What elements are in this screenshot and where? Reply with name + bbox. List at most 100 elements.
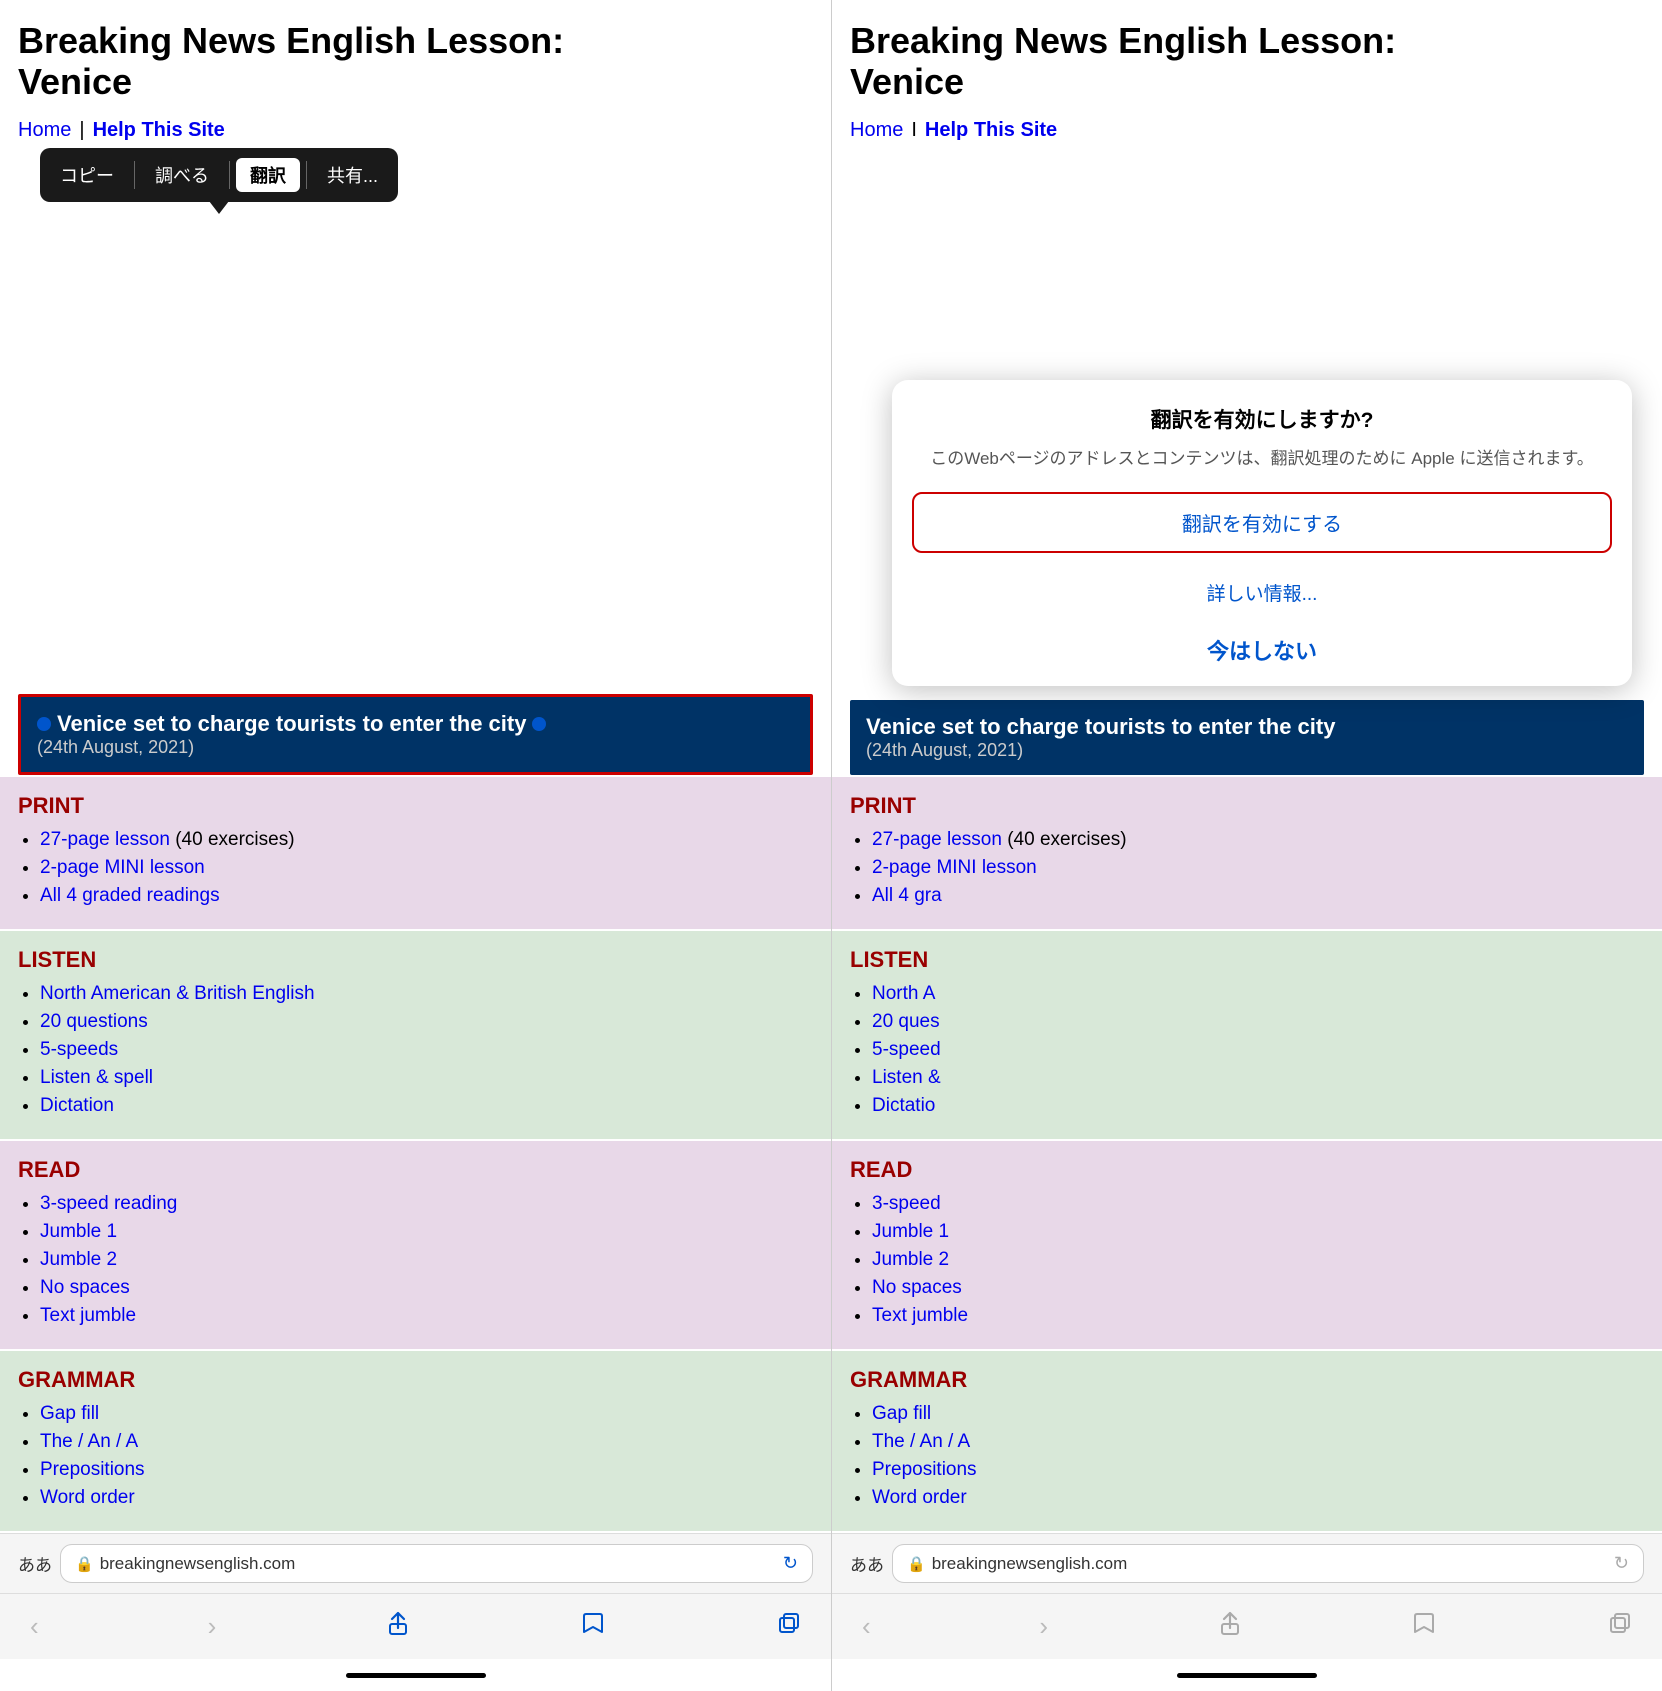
print-link-1[interactable]: 27-page lesson [40, 829, 170, 850]
bookmarks-button-right[interactable] [1401, 1606, 1447, 1647]
headline-date-left: (24th August, 2021) [37, 737, 794, 758]
more-info-button[interactable]: 詳しい情報... [912, 569, 1612, 616]
aa-text-right[interactable]: ああ [850, 1551, 884, 1576]
enable-translation-button[interactable]: 翻訳を有効にする [912, 492, 1612, 553]
url-bar-right[interactable]: 🔒 breakingnewsenglish.com ↻ [892, 1544, 1644, 1583]
help-link-left[interactable]: Help This Site [93, 119, 225, 142]
headline-date-right: (24th August, 2021) [866, 740, 1628, 761]
listen-link-r1[interactable]: North A [872, 983, 935, 1004]
forward-button-left[interactable]: › [198, 1607, 227, 1646]
read-link-r5[interactable]: Text jumble [872, 1305, 968, 1326]
listen-link-1[interactable]: North American & British English [40, 983, 315, 1004]
context-sep-3 [306, 161, 307, 189]
print-link-r2[interactable]: 2-page MINI lesson [872, 857, 1037, 878]
list-item: 27-page lesson (40 exercises) [872, 829, 1644, 851]
headline-banner-right: Venice set to charge tourists to enter t… [850, 700, 1644, 775]
tabs-button-left[interactable] [765, 1606, 811, 1647]
listen-link-r3[interactable]: 5-speed [872, 1039, 941, 1060]
read-link-4[interactable]: No spaces [40, 1277, 130, 1298]
print-link-3[interactable]: All 4 graded readings [40, 885, 220, 906]
read-link-3[interactable]: Jumble 2 [40, 1249, 117, 1270]
list-item: Listen & [872, 1067, 1644, 1089]
listen-link-r2[interactable]: 20 ques [872, 1011, 940, 1032]
print-heading-right: PRINT [850, 793, 1644, 819]
back-button-left[interactable]: ‹ [20, 1607, 49, 1646]
read-link-1[interactable]: 3-speed reading [40, 1193, 177, 1214]
print-link-2[interactable]: 2-page MINI lesson [40, 857, 205, 878]
list-item: Gap fill [40, 1403, 813, 1425]
read-heading-right: READ [850, 1157, 1644, 1183]
grammar-link-r3[interactable]: Prepositions [872, 1459, 977, 1480]
list-item: Word order [40, 1487, 813, 1509]
cancel-translation-button[interactable]: 今はしない [912, 624, 1612, 676]
context-share[interactable]: 共有... [313, 158, 392, 192]
bookmarks-button-left[interactable] [570, 1606, 616, 1647]
context-sep-1 [134, 161, 135, 189]
selection-handle-right [532, 717, 546, 731]
read-list-left: 3-speed reading Jumble 1 Jumble 2 No spa… [18, 1193, 813, 1327]
read-link-r1[interactable]: 3-speed [872, 1193, 941, 1214]
grammar-link-2[interactable]: The / An / A [40, 1431, 138, 1452]
grammar-link-r1[interactable]: Gap fill [872, 1403, 931, 1424]
nav-separator-left: | [79, 119, 84, 142]
listen-link-2[interactable]: 20 questions [40, 1011, 148, 1032]
list-item: Jumble 2 [872, 1249, 1644, 1271]
list-item: Prepositions [40, 1459, 813, 1481]
home-link-right[interactable]: Home [850, 119, 903, 142]
listen-link-r5[interactable]: Dictatio [872, 1095, 935, 1116]
context-sep-2 [229, 161, 230, 189]
url-bar-left[interactable]: 🔒 breakingnewsenglish.com ↻ [60, 1544, 813, 1583]
reload-icon-right[interactable]: ↻ [1614, 1553, 1629, 1574]
list-item: Dictatio [872, 1095, 1644, 1117]
read-link-5[interactable]: Text jumble [40, 1305, 136, 1326]
print-suffix-r1: (40 exercises) [1007, 829, 1126, 850]
list-item: 27-page lesson (40 exercises) [40, 829, 813, 851]
grammar-link-r2[interactable]: The / An / A [872, 1431, 970, 1452]
print-link-r3[interactable]: All 4 gra [872, 885, 942, 906]
section-listen-left: LISTEN North American & British English … [0, 931, 831, 1139]
home-indicator-right [832, 1659, 1662, 1691]
headline-text-left: Venice set to charge tourists to enter t… [57, 711, 526, 737]
back-button-right[interactable]: ‹ [852, 1607, 881, 1646]
grammar-link-4[interactable]: Word order [40, 1487, 135, 1508]
listen-list-left: North American & British English 20 ques… [18, 983, 813, 1117]
listen-link-4[interactable]: Listen & spell [40, 1067, 153, 1088]
section-print-left: PRINT 27-page lesson (40 exercises) 2-pa… [0, 777, 831, 929]
list-item: 2-page MINI lesson [40, 857, 813, 879]
headline-banner-left: Venice set to charge tourists to enter t… [18, 694, 813, 775]
dialog-body: このWebページのアドレスとコンテンツは、翻訳処理のために Apple に送信さ… [912, 446, 1612, 472]
share-button-left[interactable] [375, 1606, 421, 1647]
aa-text-left[interactable]: ああ [18, 1551, 52, 1576]
context-lookup[interactable]: 調べる [141, 158, 223, 192]
context-copy[interactable]: コピー [46, 158, 128, 192]
grammar-link-1[interactable]: Gap fill [40, 1403, 99, 1424]
lock-icon-left: 🔒 [75, 1555, 94, 1573]
listen-link-r4[interactable]: Listen & [872, 1067, 941, 1088]
nav-links-left: Home | Help This Site [18, 119, 813, 142]
translation-dialog: 翻訳を有効にしますか? このWebページのアドレスとコンテンツは、翻訳処理のため… [892, 380, 1632, 686]
read-link-2[interactable]: Jumble 1 [40, 1221, 117, 1242]
grammar-list-right: Gap fill The / An / A Prepositions Word … [850, 1403, 1644, 1509]
context-translate[interactable]: 翻訳 [236, 158, 300, 192]
grammar-heading-right: GRAMMAR [850, 1367, 1644, 1393]
help-link-right[interactable]: Help This Site [925, 119, 1057, 142]
page-title-right: Breaking News English Lesson: Venice [850, 20, 1644, 103]
home-link-left[interactable]: Home [18, 119, 71, 142]
listen-link-3[interactable]: 5-speeds [40, 1039, 118, 1060]
grammar-link-r4[interactable]: Word order [872, 1487, 967, 1508]
share-button-right[interactable] [1207, 1606, 1253, 1647]
read-link-r4[interactable]: No spaces [872, 1277, 962, 1298]
reload-icon-left[interactable]: ↻ [783, 1553, 798, 1574]
tabs-button-right[interactable] [1596, 1606, 1642, 1647]
print-link-r1[interactable]: 27-page lesson [872, 829, 1002, 850]
list-item: 2-page MINI lesson [872, 857, 1644, 879]
list-item: The / An / A [872, 1431, 1644, 1453]
list-item: 5-speed [872, 1039, 1644, 1061]
forward-button-right[interactable]: › [1029, 1607, 1058, 1646]
read-link-r2[interactable]: Jumble 1 [872, 1221, 949, 1242]
read-link-r3[interactable]: Jumble 2 [872, 1249, 949, 1270]
listen-list-right: North A 20 ques 5-speed Listen & Dictati… [850, 983, 1644, 1117]
print-heading-left: PRINT [18, 793, 813, 819]
listen-link-5[interactable]: Dictation [40, 1095, 114, 1116]
grammar-link-3[interactable]: Prepositions [40, 1459, 145, 1480]
